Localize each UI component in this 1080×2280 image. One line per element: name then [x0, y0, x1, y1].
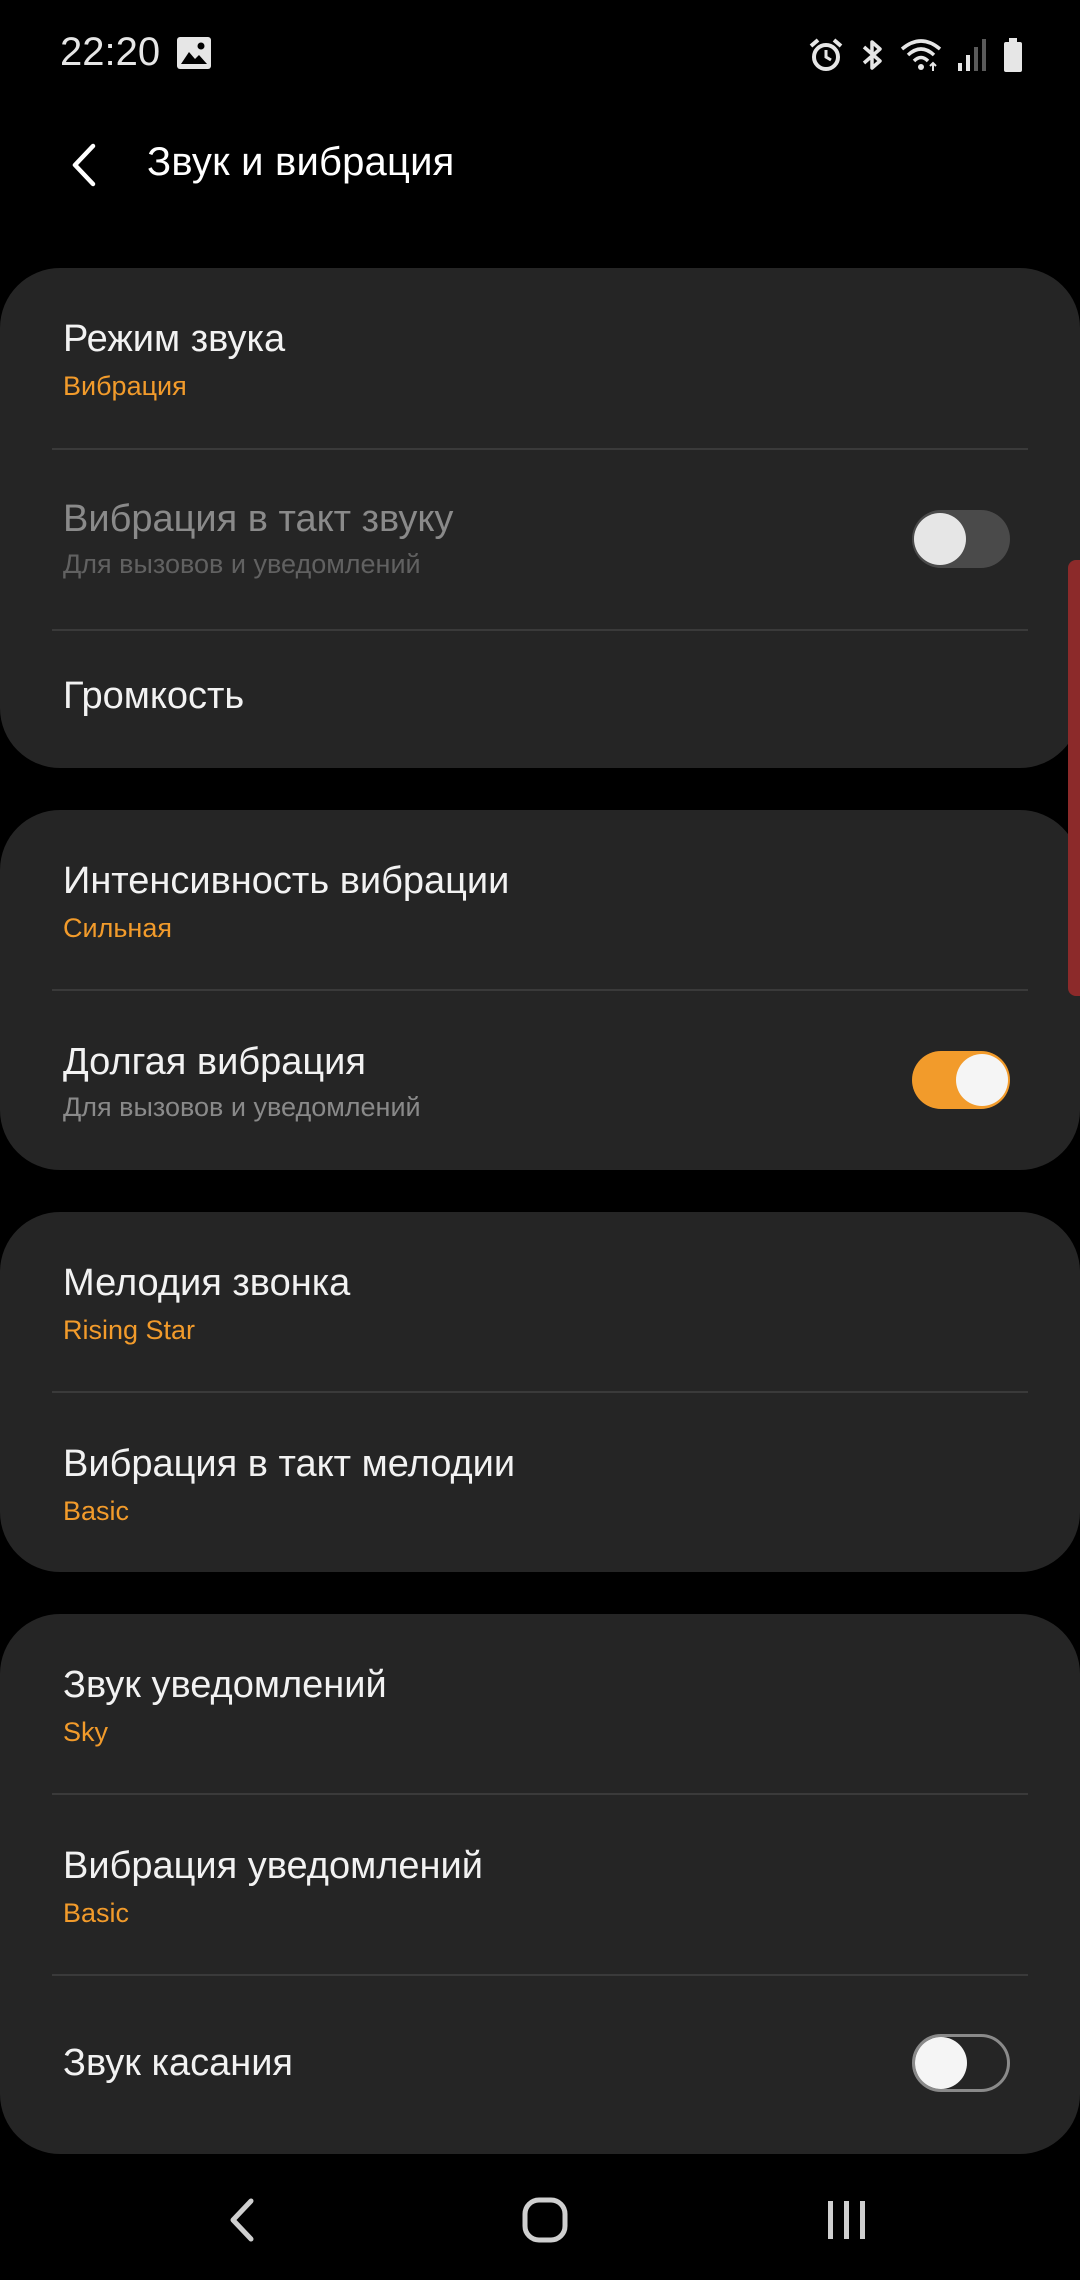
alarm-icon [808, 37, 844, 73]
row-subtitle: Сильная [63, 913, 172, 943]
row-title: Долгая вибрация [63, 1041, 366, 1083]
row-long-vibration[interactable]: Долгая вибрация Для вызовов и уведомлени… [0, 991, 1080, 1172]
status-time: 22:20 [60, 30, 161, 74]
nav-home-button[interactable] [500, 2180, 590, 2260]
row-title: Вибрация в такт звуку [63, 498, 454, 540]
row-title: Вибрация в такт мелодии [63, 1443, 516, 1485]
row-title: Звук уведомлений [63, 1664, 387, 1706]
row-title: Интенсивность вибрации [63, 860, 510, 902]
touch-sound-toggle[interactable] [912, 2034, 1010, 2092]
row-subtitle: Вибрация [63, 371, 187, 401]
scroll-indicator[interactable] [1068, 560, 1080, 996]
row-vibration-intensity[interactable]: Интенсивность вибрации Сильная [0, 810, 1080, 991]
status-bar: 22:20 [0, 0, 1080, 110]
row-subtitle: Для вызовов и уведомлений [63, 1092, 421, 1122]
row-title: Звук касания [63, 2042, 294, 2084]
nav-recents-button[interactable] [802, 2180, 892, 2260]
row-subtitle: Sky [63, 1717, 109, 1747]
toggle-knob [915, 2037, 967, 2089]
row-title: Мелодия звонка [63, 1262, 351, 1304]
home-icon [522, 2197, 568, 2243]
row-subtitle: Basic [63, 1898, 130, 1928]
row-subtitle: Rising Star [63, 1315, 196, 1345]
settings-group-notifications: Звук уведомлений Sky Вибрация уведомлени… [0, 1614, 1080, 2154]
row-ringtone[interactable]: Мелодия звонка Rising Star [0, 1212, 1080, 1393]
row-vibrate-with-sound[interactable]: Вибрация в такт звуку Для вызовов и увед… [0, 450, 1080, 631]
sound-vibration-screen: 22:20 Звук и вибрация Режим звука Вибрац… [0, 0, 1080, 2280]
row-title: Громкость [63, 675, 245, 717]
row-notification-vibration[interactable]: Вибрация уведомлений Basic [0, 1795, 1080, 1976]
back-button[interactable] [50, 130, 120, 200]
settings-group-sound-mode: Режим звука Вибрация Вибрация в такт зву… [0, 268, 1080, 768]
row-subtitle: Для вызовов и уведомлений [63, 549, 421, 579]
page-title: Звук и вибрация [147, 140, 455, 184]
recents-icon [828, 2201, 865, 2239]
settings-group-ringtone: Мелодия звонка Rising Star Вибрация в та… [0, 1212, 1080, 1572]
bluetooth-icon [858, 37, 886, 73]
row-volume[interactable]: Громкость [0, 631, 1080, 768]
row-title: Вибрация уведомлений [63, 1845, 483, 1887]
signal-icon [956, 37, 988, 73]
gallery-icon [176, 36, 212, 70]
row-subtitle: Basic [63, 1496, 130, 1526]
nav-back-button[interactable] [198, 2180, 288, 2260]
wifi-icon [900, 37, 942, 73]
back-icon [230, 2198, 254, 2242]
row-title: Режим звука [63, 318, 286, 360]
row-sound-mode[interactable]: Режим звука Вибрация [0, 268, 1080, 449]
vibrate-with-sound-toggle[interactable] [912, 510, 1010, 568]
long-vibration-toggle[interactable] [912, 1051, 1010, 1109]
header: Звук и вибрация [0, 110, 1080, 220]
status-icons [808, 30, 1024, 80]
navigation-bar [0, 2160, 1080, 2280]
chevron-left-icon [72, 143, 96, 187]
row-notification-sound[interactable]: Звук уведомлений Sky [0, 1614, 1080, 1795]
row-touch-sound[interactable]: Звук касания [0, 1976, 1080, 2154]
battery-icon [1002, 37, 1024, 73]
settings-group-vibration: Интенсивность вибрации Сильная Долгая ви… [0, 810, 1080, 1170]
toggle-knob [914, 513, 966, 565]
row-ringtone-vibration[interactable]: Вибрация в такт мелодии Basic [0, 1393, 1080, 1574]
toggle-knob [956, 1054, 1008, 1106]
